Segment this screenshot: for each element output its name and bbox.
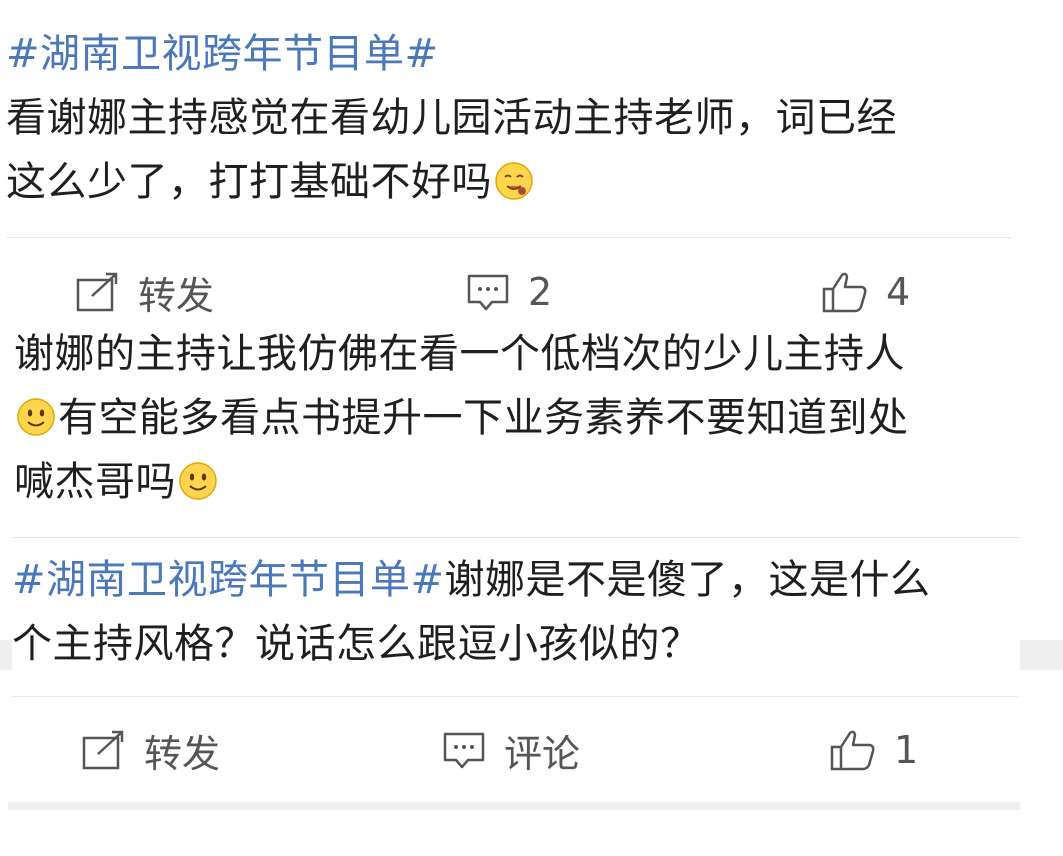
like-count: 1 [894,728,919,772]
post-3-line1: 谢娜是不是傻了，这是什么 [444,557,931,603]
bottom-separator [8,802,1020,810]
thumbs-up-icon [822,271,868,313]
post-3: #湖南卫视跨年节目单#谢娜是不是傻了，这是什么 个主持风格？说话怎么跟逗小孩似的… [12,548,1022,676]
post-2-line2: 有空能多看点书提升一下业务素养不要知道到处 [58,395,909,441]
post-2: 谢娜的主持让我仿佛在看一个低档次的少儿主持人 有空能多看点书提升一下业务素养不要… [14,322,1024,514]
divider [6,237,1012,238]
thumbs-up-icon [830,729,876,771]
like-button[interactable]: 4 [822,260,910,324]
post-3-text: #湖南卫视跨年节目单#谢娜是不是傻了，这是什么 个主持风格？说话怎么跟逗小孩似的… [12,548,1022,676]
comment-label: 评论 [504,731,581,776]
repost-button[interactable]: 转发 [82,718,220,782]
hashtag-link[interactable]: #湖南卫视跨年节目单# [6,31,439,77]
smile-emoji-icon [178,456,218,500]
post-2-line1: 谢娜的主持让我仿佛在看一个低档次的少儿主持人 [14,331,905,377]
post-3-line2: 个主持风格？说话怎么跟逗小孩似的？ [12,621,701,667]
smile-emoji-icon [16,392,56,436]
background-band [1020,640,1063,670]
comment-icon [442,730,486,770]
action-bar-1: 转发 2 4 [0,260,1063,324]
comment-button[interactable]: 2 [466,260,552,324]
action-bar-2: 转发 评论 1 [0,718,1063,782]
post-2-text: 谢娜的主持让我仿佛在看一个低档次的少儿主持人 有空能多看点书提升一下业务素养不要… [14,322,1024,514]
post-1-text: #湖南卫视跨年节目单# 看谢娜主持感觉在看幼儿园活动主持老师，词已经 这么少了，… [6,22,1026,214]
repost-button[interactable]: 转发 [76,260,214,324]
post-1-line1: 看谢娜主持感觉在看幼儿园活动主持老师，词已经 [6,95,897,141]
background-band [0,640,12,670]
drooling-emoji-icon [494,156,534,200]
comment-icon [466,272,510,312]
post-1: #湖南卫视跨年节目单# 看谢娜主持感觉在看幼儿园活动主持老师，词已经 这么少了，… [6,22,1026,214]
like-count: 4 [886,270,911,314]
repost-icon [82,730,126,770]
repost-icon [76,272,120,312]
repost-label: 转发 [138,273,215,318]
repost-label: 转发 [144,731,221,776]
post-1-line2: 这么少了，打打基础不好吗 [6,159,492,205]
divider [12,696,1018,697]
hashtag-link[interactable]: #湖南卫视跨年节目单# [12,557,445,603]
divider [12,537,1020,538]
comment-button[interactable]: 评论 [442,718,580,782]
comment-count: 2 [528,270,553,314]
post-2-line3: 喊杰哥吗 [14,459,176,505]
like-button[interactable]: 1 [830,718,918,782]
